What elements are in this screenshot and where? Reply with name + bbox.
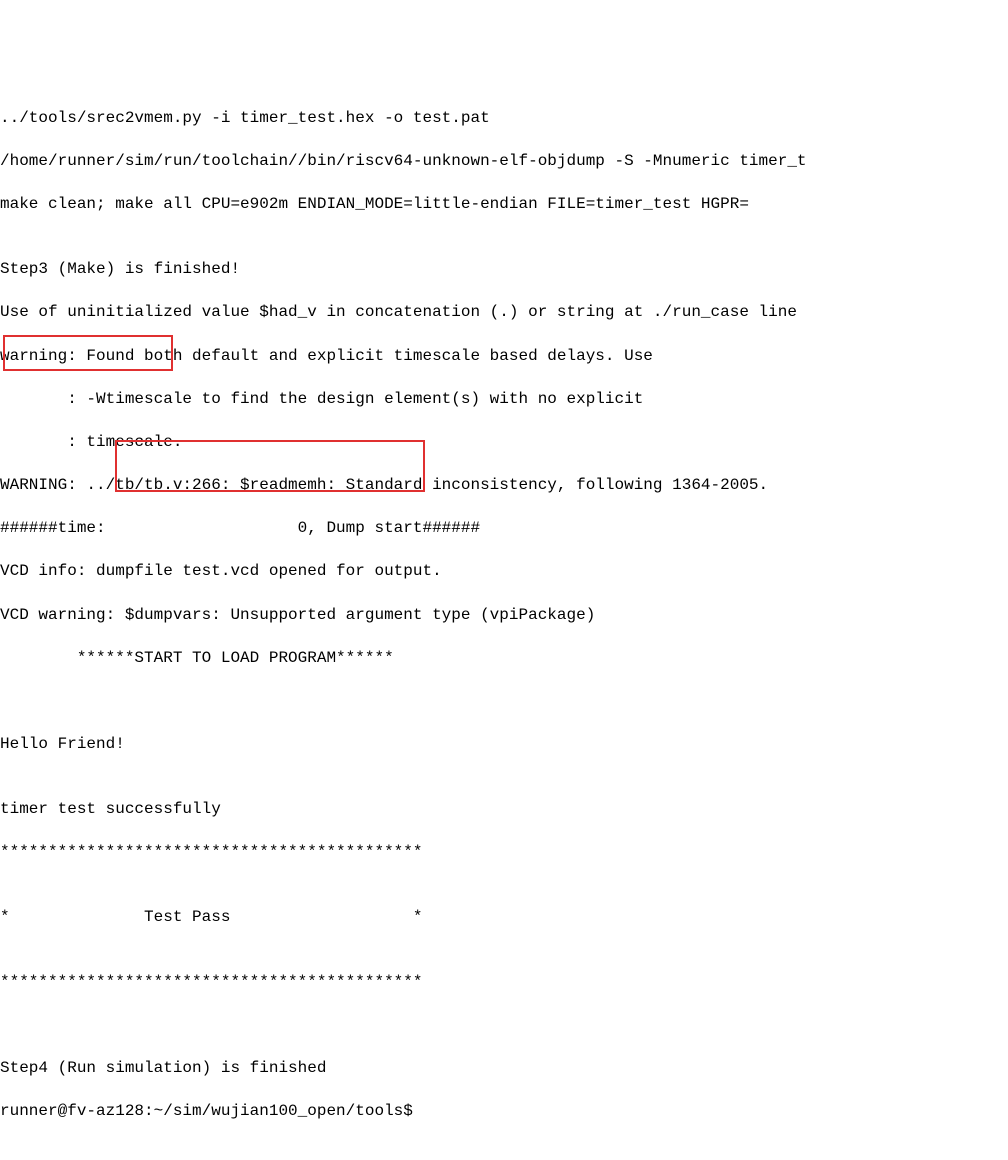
output-line: WARNING: ../tb/tb.v:266: $readmemh: Stan… xyxy=(0,475,1008,497)
output-line: Hello Friend! xyxy=(0,734,1008,756)
output-line: ****************************************… xyxy=(0,972,1008,994)
output-line: timer test successfully xyxy=(0,799,1008,821)
output-line: Step4 (Run simulation) is finished xyxy=(0,1058,1008,1080)
output-line: * Test Pass * xyxy=(0,907,1008,929)
shell-prompt[interactable]: runner@fv-az128:~/sim/wujian100_open/too… xyxy=(0,1101,1008,1123)
output-line: ######time: 0, Dump start###### xyxy=(0,518,1008,540)
output-line: : timescale. xyxy=(0,432,1008,454)
output-line: ****************************************… xyxy=(0,842,1008,864)
output-line: Use of uninitialized value $had_v in con… xyxy=(0,302,1008,324)
output-line: ../tools/srec2vmem.py -i timer_test.hex … xyxy=(0,108,1008,130)
output-line: /home/runner/sim/run/toolchain//bin/risc… xyxy=(0,151,1008,173)
output-line: ******START TO LOAD PROGRAM****** xyxy=(0,648,1008,670)
output-line: Step3 (Make) is finished! xyxy=(0,259,1008,281)
output-line: make clean; make all CPU=e902m ENDIAN_MO… xyxy=(0,194,1008,216)
output-line: VCD warning: $dumpvars: Unsupported argu… xyxy=(0,605,1008,627)
output-line: : -Wtimescale to find the design element… xyxy=(0,389,1008,411)
terminal-output: ../tools/srec2vmem.py -i timer_test.hex … xyxy=(0,86,1008,1144)
output-line: warning: Found both default and explicit… xyxy=(0,346,1008,368)
